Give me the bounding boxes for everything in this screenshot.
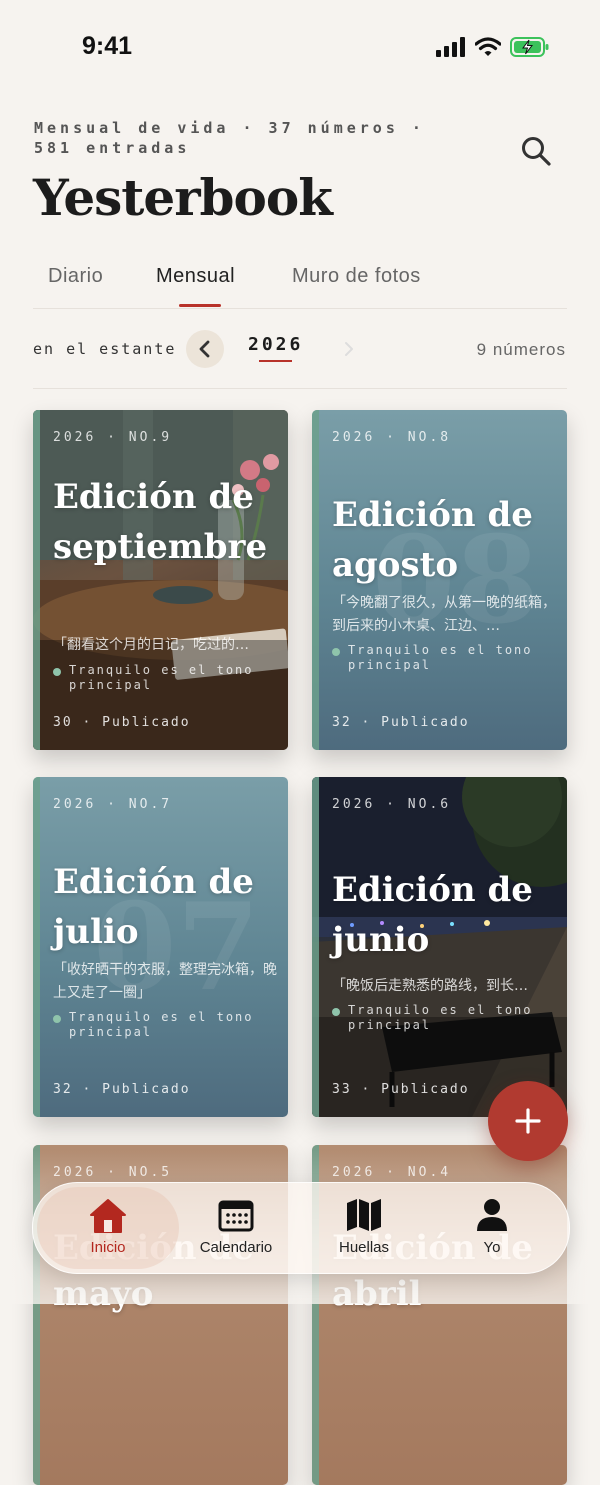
shelf-label: en el estante (33, 340, 177, 358)
issue-quote: 「翻看这个月的日记，吃过的… (53, 637, 249, 653)
battery-charging-icon (510, 37, 549, 57)
tab-mensual[interactable]: Mensual (156, 265, 235, 288)
nav-label: Yo (483, 1239, 501, 1256)
tone-label: Tranquilo es el tono principal (69, 663, 254, 692)
person-icon (477, 1199, 507, 1231)
tab-muro-de-fotos[interactable]: Muro de fotos (292, 265, 421, 288)
tone-dot (53, 1015, 61, 1023)
issue-meta: 2026 · NO.5 (53, 1165, 173, 1180)
wifi-icon (475, 37, 501, 56)
tone-label: Tranquilo es el tono principal (348, 643, 533, 672)
add-entry-button[interactable] (488, 1081, 568, 1161)
nav-calendario[interactable]: Calendario (169, 1183, 303, 1273)
issue-footer: 30 · Publicado (53, 715, 191, 730)
issue-title: Edición de septiembre (53, 477, 268, 567)
issue-card[interactable]: 2026 · NO.6 Edición de junio 「晚饭后走熟悉的路线，… (312, 777, 567, 1117)
issue-title: Edición de julio (53, 862, 254, 952)
nav-inicio[interactable]: Inicio (41, 1183, 175, 1273)
issue-tone: Tranquilo es el tono principal (53, 663, 288, 693)
nav-huellas[interactable]: Huellas (297, 1183, 431, 1273)
issue-footer: 32 · Publicado (332, 715, 470, 730)
divider (33, 308, 567, 309)
issue-footer: 33 · Publicado (332, 1082, 470, 1097)
previous-year-button[interactable] (186, 330, 224, 368)
tone-dot (53, 668, 61, 676)
plus-icon (515, 1108, 541, 1134)
issue-card[interactable]: 07 2026 · NO.7 Edición de julio 「收好晒干的衣服… (33, 777, 288, 1117)
chevron-right-icon (345, 342, 353, 356)
tab-bar: Diario Mensual Muro de fotos (0, 260, 600, 310)
map-icon (347, 1199, 381, 1231)
issue-meta: 2026 · NO.9 (53, 430, 173, 445)
header-subtitle: Mensual de vida · 37 números · 581 entra… (34, 119, 425, 157)
issue-tone: Tranquilo es el tono principal (332, 1003, 567, 1033)
bottom-tab-bar: Inicio Calendario Huellas Yo (32, 1182, 570, 1274)
cover-photo (33, 410, 288, 750)
card-spine (33, 777, 40, 1117)
issue-count: 9 números (476, 340, 566, 359)
tone-dot (332, 648, 340, 656)
issue-meta: 2026 · NO.6 (332, 797, 452, 812)
year-underline (259, 360, 292, 362)
issue-title: Edición de agosto (332, 495, 533, 585)
page-title: Yesterbook (33, 168, 333, 227)
nav-yo[interactable]: Yo (425, 1183, 559, 1273)
issue-card[interactable]: 2026 · NO.9 Edición de septiembre 「翻看这个月… (33, 410, 288, 750)
search-icon (522, 137, 551, 166)
search-button[interactable] (520, 135, 552, 167)
tone-dot (332, 1008, 340, 1016)
issue-card[interactable]: 08 2026 · NO.8 Edición de agosto 「今晚翻了很久… (312, 410, 567, 750)
status-bar: 9:41 (0, 0, 600, 96)
card-spine (33, 410, 40, 750)
issue-quote: 「今晚翻了很久，从第一晚的纸箱，到后来的小木桌、江边、… (332, 595, 556, 634)
cellular-signal-icon (436, 37, 465, 57)
shelf-bar: en el estante 2026 9 números (0, 322, 600, 376)
issue-footer: 32 · Publicado (53, 1082, 191, 1097)
issue-tone: Tranquilo es el tono principal (332, 643, 567, 673)
chevron-left-icon (199, 340, 210, 358)
next-year-button[interactable] (330, 330, 368, 368)
issue-meta: 2026 · NO.4 (332, 1165, 452, 1180)
tone-label: Tranquilo es el tono principal (69, 1010, 254, 1039)
status-time: 9:41 (82, 32, 133, 60)
issue-meta: 2026 · NO.8 (332, 430, 452, 445)
year-label: 2026 (248, 334, 304, 355)
home-icon (90, 1199, 126, 1233)
calendar-icon (218, 1200, 254, 1232)
nav-label: Inicio (90, 1239, 126, 1256)
card-spine (312, 777, 319, 1117)
issue-meta: 2026 · NO.7 (53, 797, 173, 812)
issue-tone: Tranquilo es el tono principal (53, 1010, 288, 1040)
nav-label: Calendario (199, 1239, 273, 1256)
tone-label: Tranquilo es el tono principal (348, 1003, 533, 1032)
issue-quote: 「晚饭后走熟悉的路线，到长… (332, 978, 528, 994)
divider (33, 388, 567, 389)
issue-title: Edición de junio (332, 870, 533, 960)
status-icons (436, 37, 550, 57)
nav-label: Huellas (338, 1239, 390, 1256)
issue-quote: 「收好晒干的衣服，整理完冰箱，晚上又走了一圈」 (53, 962, 277, 1001)
tab-diario[interactable]: Diario (48, 265, 103, 288)
active-tab-indicator (179, 304, 221, 307)
card-spine (33, 1145, 40, 1485)
card-spine (312, 410, 319, 750)
